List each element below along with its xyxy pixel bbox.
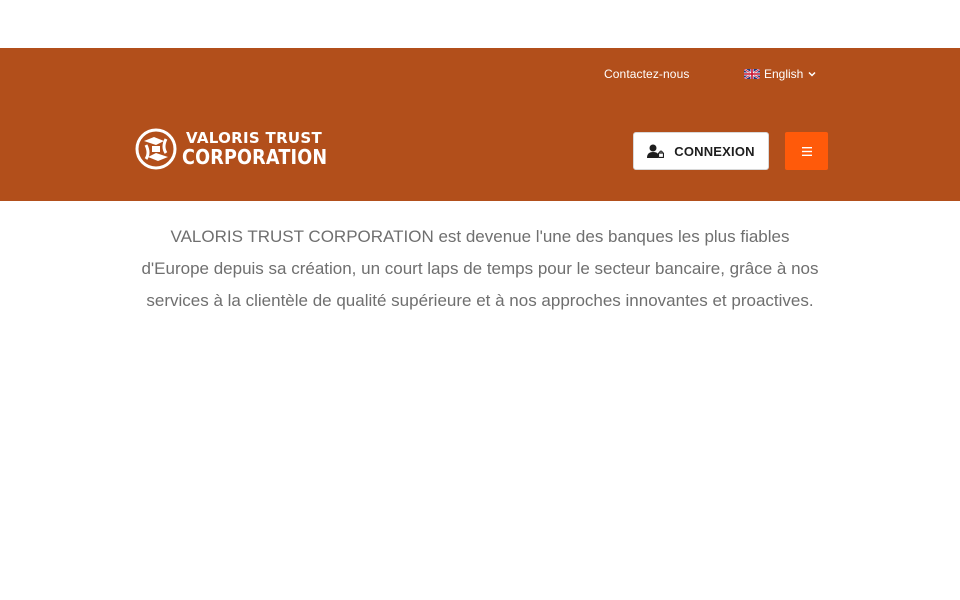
logo-text-line1: VALORIS TRUST <box>186 129 323 147</box>
language-selector[interactable]: English <box>744 67 816 81</box>
chevron-down-icon <box>808 71 816 77</box>
login-label: CONNEXION <box>674 143 755 159</box>
logo-text-line2: CORPORATION <box>182 145 328 169</box>
top-white-strip <box>0 0 960 48</box>
brand-logo[interactable]: VALORIS TRUST CORPORATION <box>134 127 347 171</box>
uk-flag-icon <box>744 69 760 79</box>
language-label: English <box>764 67 804 81</box>
login-button[interactable]: CONNEXION <box>633 132 769 170</box>
menu-toggle-button[interactable] <box>785 132 828 170</box>
hamburger-menu-icon <box>801 146 812 156</box>
user-lock-icon <box>647 144 665 158</box>
site-header: Contactez-nous English VALORIS TRUST COR… <box>0 48 960 201</box>
contact-link[interactable]: Contactez-nous <box>604 67 689 81</box>
brand-emblem-icon <box>135 128 177 170</box>
intro-paragraph: VALORIS TRUST CORPORATION est devenue l'… <box>141 227 819 310</box>
